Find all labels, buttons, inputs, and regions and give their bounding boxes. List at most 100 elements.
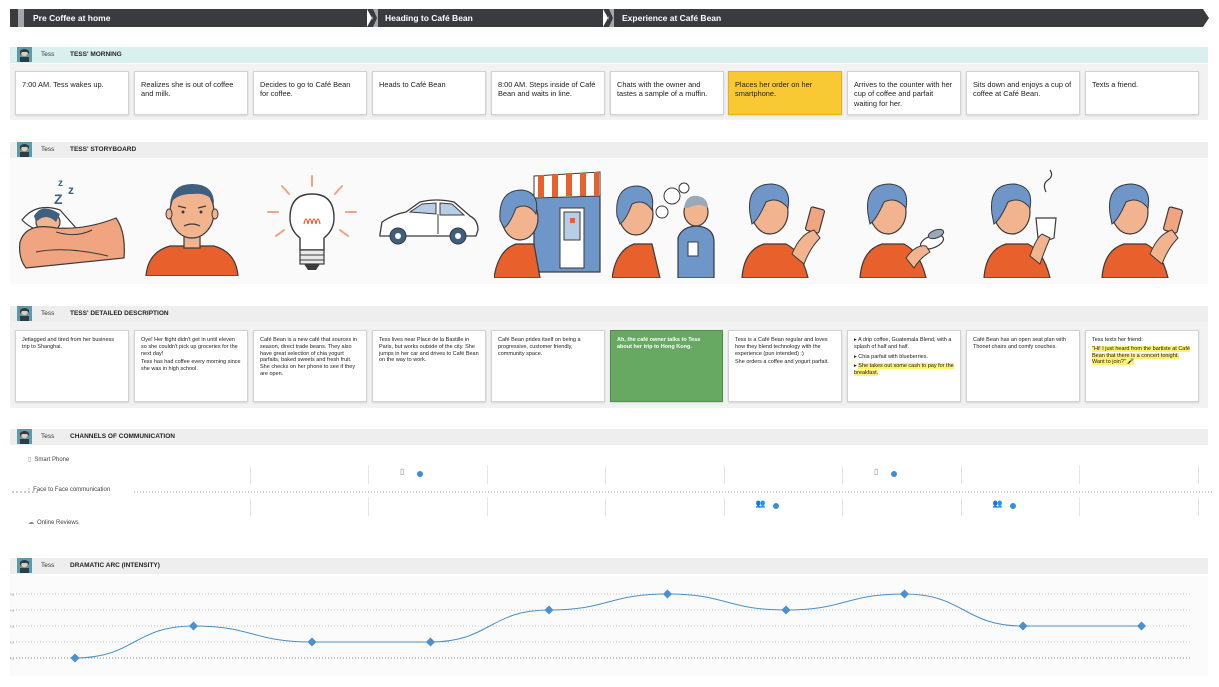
cloud-icon: ☁ (28, 520, 34, 526)
morning-step-card[interactable]: Realizes she is out of coffee and milk. (134, 71, 248, 115)
morning-step-card[interactable]: Texts a friend. (1085, 71, 1199, 115)
channel-column-divider (486, 466, 488, 484)
arc-tick-label: +5 (10, 593, 14, 597)
arc-point[interactable] (662, 589, 673, 599)
svg-text:z: z (68, 183, 74, 197)
detail-bullet: ▸ A drip coffee, Guatemala Blend, with a… (854, 337, 952, 350)
texting-friend-icon (1101, 183, 1184, 278)
detail-card-highlighted[interactable]: Ah, the café owner talks to Tess about h… (610, 330, 723, 402)
channel-column-divider (842, 466, 843, 484)
channel-row-label: ▯ Smart Phone (28, 456, 69, 463)
arc-section-header: Tess DRAMATIC ARC (INTENSITY) (10, 558, 1208, 574)
arc-point[interactable] (425, 637, 436, 647)
morning-step-card[interactable]: Arrives to the counter with her cup of c… (847, 71, 961, 115)
channel-column-divider (1079, 466, 1080, 484)
smartphone-icon: ▯ (28, 457, 32, 463)
step-text: Arrives to the counter with her cup of c… (854, 80, 953, 108)
section-title: CHANNELS OF COMMUNICATION (70, 433, 175, 440)
step-text: 7:00 AM. Tess wakes up. (22, 80, 104, 89)
detail-card[interactable]: ▸ A drip coffee, Guatemala Blend, with a… (847, 330, 961, 402)
phase-label: Pre Coffee at home (33, 13, 111, 23)
channel-column-divider (723, 498, 725, 516)
channel-touchpoint-dot[interactable] (417, 471, 423, 477)
drinking-coffee-icon (983, 169, 1057, 278)
detail-card[interactable]: Tess texts her friend: "Hi! I just heard… (1085, 330, 1199, 402)
morning-step-card[interactable]: Decides to go to Café Bean for coffee. (253, 71, 367, 115)
detail-bullet: ▸ Chia parfait with blueberries. (854, 353, 928, 360)
channel-touchpoint-dot[interactable] (772, 503, 779, 509)
channel-column-divider (605, 466, 606, 484)
arc-tick-label: +4 (10, 609, 14, 613)
detail-card[interactable]: Café Bean has an open seat plan with Tho… (966, 330, 1080, 402)
detail-card[interactable]: Tess lives near Place de la Bastille in … (372, 330, 486, 402)
detail-text: Café Bean prides itself on being a progr… (498, 337, 581, 357)
arc-tick-label: +3 (10, 625, 14, 629)
detail-card[interactable]: Café Bean prides itself on being a progr… (491, 330, 605, 402)
channel-touchpoint-dot[interactable] (1009, 503, 1016, 509)
channel-divider (12, 491, 1212, 493)
morning-step-card[interactable]: Heads to Café Bean (372, 71, 486, 115)
channel-label: Online Reviews (37, 520, 79, 526)
persona-name: Tess (41, 562, 55, 569)
detail-text: Tess texts her friend: (1092, 337, 1143, 343)
phase-bar-arrow-icon (1199, 9, 1209, 27)
detail-card[interactable]: Café Bean is a new café that sources in … (253, 330, 367, 402)
sleeping-person-icon: z z Z (19, 178, 125, 269)
morning-step-card[interactable]: 7:00 AM. Tess wakes up. (15, 71, 129, 115)
phase-experience[interactable]: Experience at Café Bean (608, 9, 1200, 27)
channel-column-divider (1197, 498, 1199, 516)
morning-step-card[interactable]: 8:00 AM. Steps inside of Café Bean and w… (491, 71, 605, 115)
detail-text: Oye! Her flight didn't get in until elev… (141, 337, 238, 357)
morning-step-card[interactable]: Chats with the owner and tastes a sample… (610, 71, 724, 115)
section-title: TESS' STORYBOARD (70, 146, 137, 153)
arc-point[interactable] (188, 621, 199, 631)
step-text: Decides to go to Café Bean for coffee. (260, 80, 351, 99)
smartphone-icon: ▯ (400, 467, 405, 476)
cafe-storefront-icon (494, 171, 601, 278)
arc-point[interactable] (1136, 621, 1147, 631)
step-text: Sits down and enjoys a cup of coffee at … (973, 80, 1072, 99)
channel-touchpoint-dot[interactable] (891, 471, 897, 477)
detail-card[interactable]: Oye! Her flight didn't get in until elev… (134, 330, 248, 402)
arc-point[interactable] (1018, 621, 1028, 631)
channel-column-divider (842, 498, 843, 516)
section-title: DRAMATIC ARC (INTENSITY) (70, 562, 160, 569)
channel-column-divider (723, 466, 725, 484)
arc-point[interactable] (307, 637, 317, 647)
detail-card[interactable]: Tess is a Café Bean regular and loves ho… (728, 330, 842, 402)
svg-text:Z: Z (54, 191, 63, 207)
detail-text-highlighted: "Hi! I just heard from the bartiste at C… (1092, 345, 1190, 366)
morning-step-card-highlighted[interactable]: Places her order on her smartphone. (728, 71, 842, 115)
detail-card[interactable]: Jetlagged and tired from her business tr… (15, 330, 129, 402)
avatar (17, 47, 32, 62)
arc-point[interactable] (781, 605, 791, 615)
phase-pre-coffee[interactable]: Pre Coffee at home (10, 9, 372, 27)
car-icon (379, 199, 479, 245)
chatting-owner-icon (612, 182, 715, 278)
people-icon: 👥 (992, 499, 1003, 508)
arc-point[interactable] (544, 605, 554, 615)
worried-man-icon (145, 184, 239, 276)
detail-text: Tess lives near Place de la Bastille in … (379, 337, 479, 364)
channel-column-divider (960, 498, 962, 516)
detail-text: Chia parfait with blueberries. (858, 353, 928, 360)
phase-heading-to-cafe[interactable]: Heading to Café Bean (372, 9, 608, 27)
arc-point[interactable] (70, 653, 80, 663)
phase-divider-arrow-icon (603, 9, 613, 27)
detail-text: A drip coffee, Guatemala Blend, with a s… (854, 337, 952, 350)
arc-line (74, 593, 1142, 659)
lightbulb-icon (267, 175, 357, 270)
phase-label: Heading to Café Bean (385, 13, 473, 23)
morning-step-card[interactable]: Sits down and enjoys a cup of coffee at … (966, 71, 1080, 115)
channel-column-divider (368, 466, 369, 484)
step-text: Realizes she is out of coffee and milk. (141, 80, 234, 99)
detail-text: Café Bean has an open seat plan with Tho… (973, 337, 1066, 350)
channels-section-header: Tess CHANNELS OF COMMUNICATION (10, 429, 1208, 445)
step-text: Chats with the owner and tastes a sample… (617, 80, 708, 99)
detail-text: She orders a coffee and yogurt parfait. (735, 359, 829, 366)
arc-point[interactable] (899, 589, 910, 599)
channel-column-divider (486, 498, 488, 516)
detail-text: Tess is a Café Bean regular and loves ho… (735, 337, 828, 357)
detail-text: Jetlagged and tired from her business tr… (22, 337, 115, 350)
detailed-section-header: Tess TESS' DETAILED DESCRIPTION (10, 306, 1208, 322)
